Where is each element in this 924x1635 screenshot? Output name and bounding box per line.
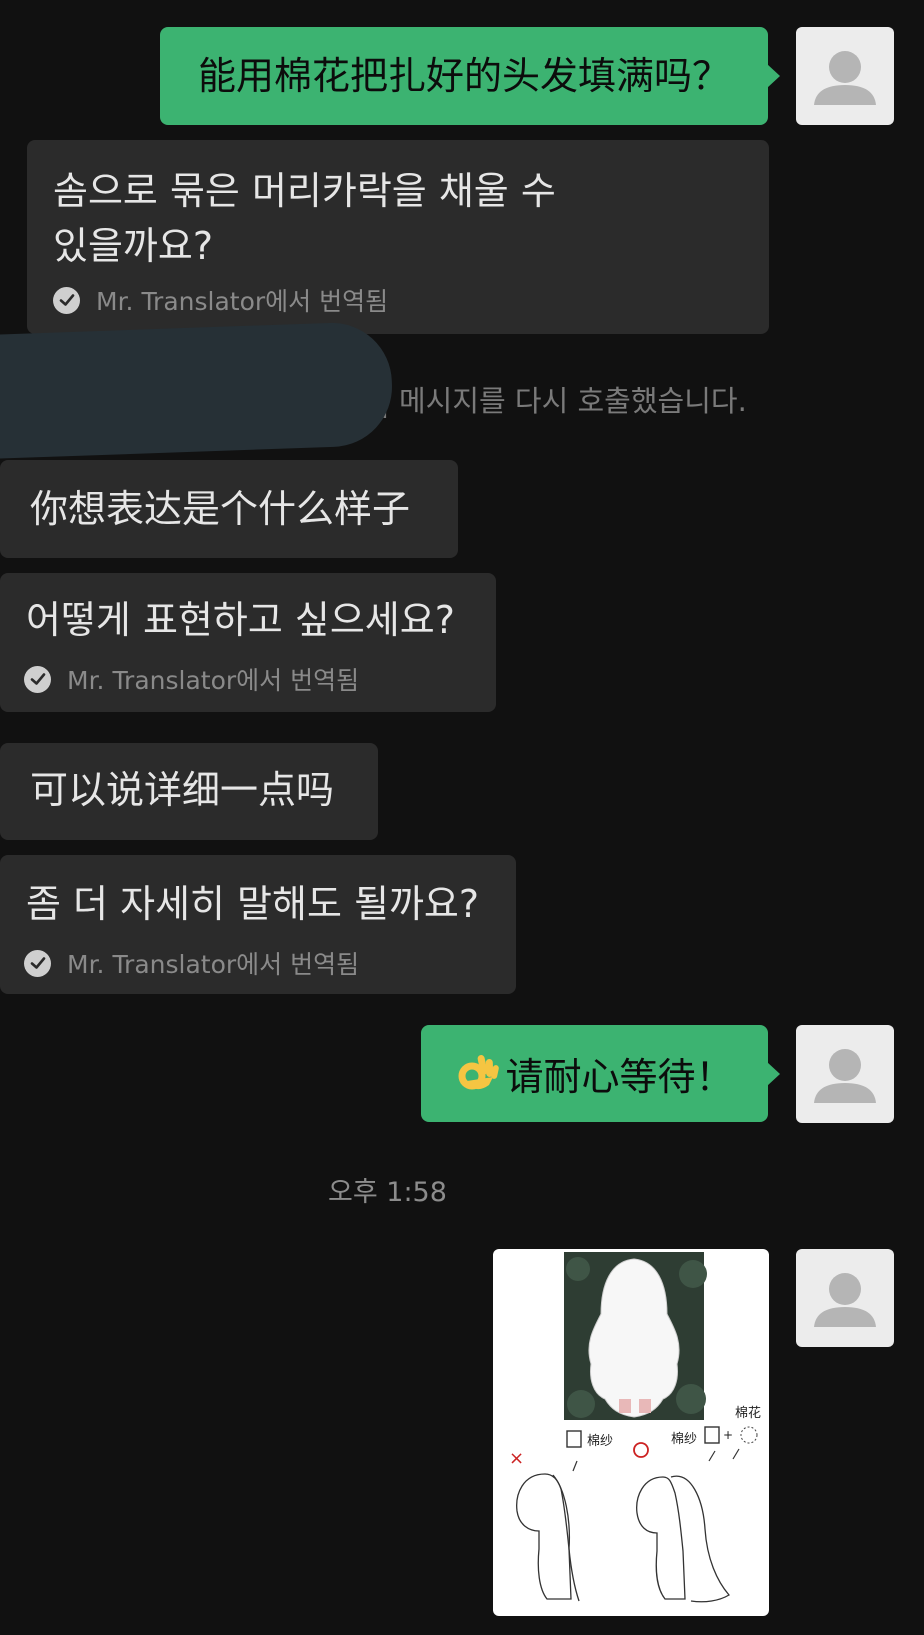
message-text: 能用棉花把扎好的头发填满吗？ [197,54,730,98]
recall-notice: | 메시지를 다시 호출했습니다. [380,384,747,418]
received-message-bubble[interactable]: 你想表达是个什么样子 [0,460,458,558]
sent-message-bubble[interactable]: 请耐心等待！ [421,1025,780,1122]
svg-text:棉纱: 棉纱 [671,1432,697,1447]
image-message[interactable]: × 棉纱 棉纱 棉花 + [493,1249,769,1616]
default-user-icon [814,1049,876,1103]
received-message-bubble[interactable]: 可以说详细一点吗 [0,743,378,840]
ok-hand-emoji [458,1054,500,1089]
default-user-icon [814,1273,876,1327]
translation-line: 어떻게 표현하고 싶으세요? [26,598,455,642]
message-text: 请耐心等待！ [505,1055,734,1099]
translation-line: 솜으로 묶은 머리카락을 채울 수 [53,169,556,213]
translation-source: Mr. Translator에서 번역됨 [24,945,359,981]
translation-line: 좀 더 자세히 말해도 될까요? [26,882,480,926]
sent-message-bubble[interactable]: 能用棉花把扎好的头发填满吗？ [160,27,780,125]
svg-text:×: × [509,1448,524,1469]
message-text: 可以说详细一点吗 [30,768,335,812]
translation-line: 있을까요? [53,224,214,268]
svg-text:棉花: 棉花 [735,1405,761,1421]
translation-bubble[interactable]: 좀 더 자세히 말해도 될까요? Mr. Translator에서 번역됨 [0,855,516,994]
translation-bubble[interactable]: 어떻게 표현하고 싶으세요? Mr. Translator에서 번역됨 [0,573,496,712]
check-circle-icon [53,286,80,314]
hairstyle-reference-image: × 棉纱 棉纱 棉花 + [509,1252,761,1603]
translation-source: Mr. Translator에서 번역됨 [53,282,388,318]
translation-source: Mr. Translator에서 번역됨 [24,661,359,697]
timestamp: 오후 1:58 [328,1177,447,1208]
my-avatar[interactable] [796,27,894,125]
translation-bubble[interactable]: 솜으로 묶은 머리카락을 채울 수 있을까요? Mr. Translator에서… [27,140,769,334]
svg-text:+: + [723,1428,733,1442]
my-avatar[interactable] [796,1025,894,1123]
my-avatar[interactable] [796,1249,894,1347]
check-circle-icon [24,949,51,977]
message-text: 你想表达是个什么样子 [30,487,411,531]
redaction-overlay [0,320,395,460]
svg-text:棉纱: 棉纱 [587,1434,613,1449]
default-user-icon [814,51,876,105]
check-circle-icon [24,665,51,693]
